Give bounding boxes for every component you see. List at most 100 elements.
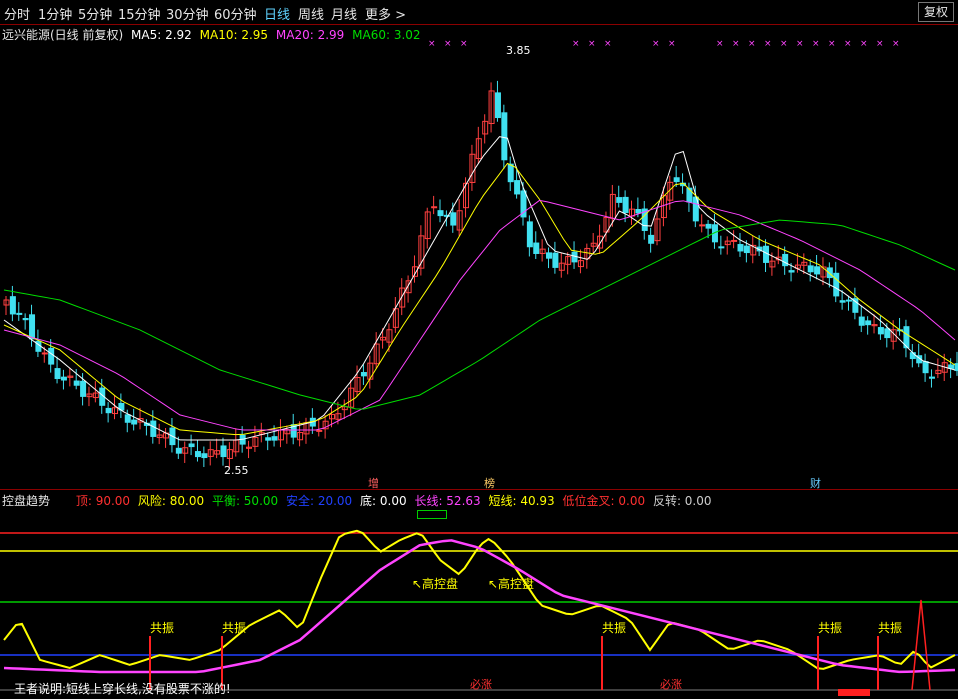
candle-body: [743, 245, 750, 254]
signal-marker: ×: [860, 40, 868, 49]
signal-marker: ×: [444, 40, 452, 49]
ma5-line: [3, 136, 956, 441]
candle-body: [450, 212, 457, 226]
tab-weekly[interactable]: 周线: [298, 4, 324, 23]
candle-body: [922, 361, 929, 374]
signal-marker: ×: [428, 40, 436, 49]
signal-marker: ×: [732, 40, 740, 49]
candle-body: [705, 223, 712, 229]
candle-body: [616, 197, 623, 203]
candle-body: [131, 419, 138, 425]
legend-safe: 安全: 20.00: [285, 494, 353, 508]
candle-body: [807, 265, 814, 273]
candle-body: [271, 436, 278, 441]
signal-marker: ×: [780, 40, 788, 49]
signal-marker: ×: [812, 40, 820, 49]
candle-body: [673, 177, 680, 183]
candle-body: [788, 270, 795, 273]
resonance-label: 共振: [602, 621, 626, 635]
resonance-label: 共振: [818, 621, 842, 635]
candle-body: [188, 443, 195, 448]
tab-60min[interactable]: 60分钟: [214, 4, 257, 23]
candle-body: [9, 296, 16, 315]
candle-body: [16, 312, 23, 315]
candle-body: [686, 187, 693, 203]
candle-body: [124, 414, 131, 423]
golden-cross-bar: [838, 689, 870, 696]
signal-marker: ×: [572, 40, 580, 49]
candle-body: [520, 190, 527, 218]
candle-body: [552, 252, 559, 268]
candle-body: [265, 437, 272, 441]
candle-body: [526, 221, 533, 248]
tab-more[interactable]: 更多 >: [365, 4, 406, 23]
period-toolbar: 分时 1分钟 5分钟 15分钟 30分钟 60分钟 日线 周线 月线 更多 > …: [0, 0, 958, 24]
candle-body: [877, 327, 884, 335]
tab-30min[interactable]: 30分钟: [166, 4, 209, 23]
candle-body: [194, 451, 201, 458]
candle-body: [514, 180, 521, 195]
tab-1min[interactable]: 1分钟: [38, 4, 72, 23]
must-rise-label: 必涨: [470, 678, 492, 691]
legend-balance: 平衡: 50.00: [211, 494, 279, 508]
candle-body: [220, 445, 227, 458]
must-rise-label: 必涨: [660, 678, 682, 691]
legend-golden-cross: 低位金叉: 0.00: [562, 494, 646, 508]
candle-body: [494, 92, 501, 119]
candle-body: [622, 196, 629, 214]
candle-body: [201, 453, 208, 459]
legend-top: 顶: 90.00: [75, 494, 131, 508]
signal-marker: ×: [652, 40, 660, 49]
candle-body: [839, 300, 846, 303]
low-price-label: 2.55: [224, 464, 249, 477]
resonance-label: 共振: [222, 621, 246, 635]
tab-daily[interactable]: 日线: [264, 4, 290, 23]
candle-body: [635, 208, 642, 214]
signal-marker: ×: [748, 40, 756, 49]
ma10-line: [3, 162, 956, 436]
indicator-chart[interactable]: 共振 共振 共振 共振 共振 ↖高控盘 ↖高控盘必涨 必涨: [0, 517, 958, 699]
signal-marker: ×: [828, 40, 836, 49]
candle-body: [928, 376, 935, 379]
candle-body: [884, 328, 891, 339]
candle-body: [648, 234, 655, 244]
candle-body: [60, 376, 67, 381]
tab-15min[interactable]: 15分钟: [118, 4, 161, 23]
candle-body: [533, 242, 540, 254]
indicator-legend: 控盘趋势 顶: 90.00 风险: 80.00 平衡: 50.00 安全: 20…: [2, 492, 716, 509]
restore-button[interactable]: 复权: [918, 2, 954, 22]
high-control-label: ↖高控盘: [412, 576, 458, 591]
divider: [0, 24, 958, 25]
resonance-label: 共振: [150, 621, 174, 635]
tab-fenshi[interactable]: 分时: [4, 4, 30, 23]
indicator-name: 控盘趋势: [2, 494, 51, 508]
candle-body: [833, 272, 840, 297]
candle-body: [699, 224, 706, 227]
candle-body: [80, 380, 87, 397]
candle-body: [546, 252, 553, 259]
signal-marker: ×: [460, 40, 468, 49]
high-price-label: 3.85: [506, 44, 531, 57]
candlestick-chart[interactable]: × × × × × × × × × × × × × × × × × × × ×: [0, 40, 958, 490]
notice-text: 王者说明:短线上穿长线,没有股票不涨的!: [14, 682, 231, 696]
reversal-spike: [911, 599, 931, 691]
legend-long: 长线: 52.63: [414, 494, 481, 508]
candle-body: [105, 407, 112, 414]
tab-monthly[interactable]: 月线: [331, 4, 357, 23]
candle-body: [48, 347, 55, 365]
candle-body: [41, 352, 48, 355]
ma20-line: [3, 199, 956, 431]
candle-body: [845, 299, 852, 302]
candle-body: [150, 420, 157, 437]
tab-5min[interactable]: 5分钟: [78, 4, 112, 23]
candle-body: [437, 210, 444, 217]
candle-body: [718, 246, 725, 249]
signal-marker: ×: [604, 40, 612, 49]
signal-marker: ×: [844, 40, 852, 49]
candle-body: [731, 239, 738, 242]
candle-body: [175, 447, 182, 454]
signal-marker: ×: [796, 40, 804, 49]
candle-body: [501, 112, 508, 161]
candle-body: [22, 318, 29, 321]
candle-body: [909, 352, 916, 360]
